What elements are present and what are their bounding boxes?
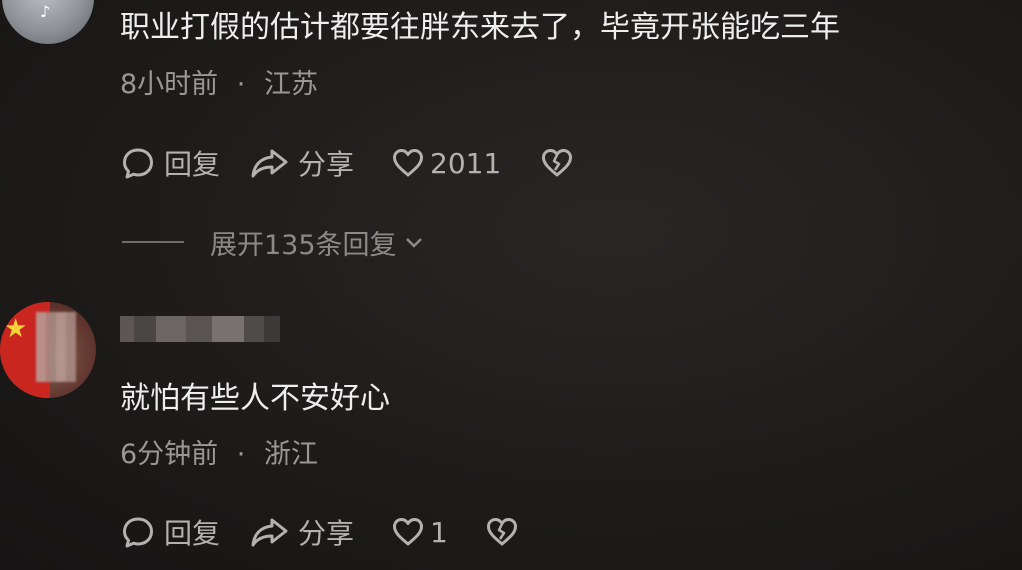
redaction-block	[134, 316, 156, 342]
comment-time: 8小时前	[120, 69, 219, 100]
redaction-block	[186, 316, 212, 342]
redaction-block	[120, 316, 134, 342]
like-count: 2011	[430, 146, 502, 180]
meta-separator: ·	[236, 439, 246, 470]
redaction-block	[156, 316, 186, 342]
comment-text: 职业打假的估计都要往胖东来去了，毕竟开张能吃三年	[120, 10, 840, 45]
comment-actions: 回复 分享 2011	[120, 143, 575, 183]
blurred-face	[36, 312, 76, 382]
dislike-button[interactable]	[539, 145, 575, 181]
like-count: 1	[430, 515, 448, 549]
share-label: 分享	[298, 148, 355, 181]
like-button[interactable]: 1	[390, 514, 448, 550]
comment-actions: 回复 分享 1	[120, 512, 520, 552]
tiktok-icon: ♪	[40, 2, 51, 21]
share-label: 分享	[298, 517, 355, 550]
heart-icon	[390, 514, 426, 550]
star-icon: ★	[4, 314, 28, 344]
reply-label: 回复	[164, 148, 221, 181]
reply-button[interactable]: 回复	[120, 512, 220, 552]
expand-replies-button[interactable]: 展开135条回复	[122, 224, 425, 261]
share-button[interactable]: 分享	[250, 512, 354, 552]
meta-separator: ·	[236, 69, 246, 100]
broken-heart-icon	[539, 145, 575, 181]
username-redacted[interactable]	[120, 312, 280, 346]
comment-time: 6分钟前	[120, 439, 219, 470]
redaction-block	[244, 316, 264, 342]
comment-location: 浙江	[263, 439, 318, 470]
comment-bubble-icon	[120, 514, 156, 550]
comment-feed: ♪ 职业打假的估计都要往胖东来去了，毕竟开张能吃三年 8小时前 · 江苏 回复 …	[0, 0, 1022, 570]
reply-button[interactable]: 回复	[120, 143, 220, 183]
heart-icon	[390, 145, 426, 181]
chevron-down-icon	[403, 231, 425, 253]
comment-bubble-icon	[120, 145, 156, 181]
comment-meta: 8小时前 · 江苏	[120, 69, 318, 101]
like-button[interactable]: 2011	[390, 145, 501, 181]
divider	[122, 241, 184, 243]
dislike-button[interactable]	[484, 514, 520, 550]
share-arrow-icon	[250, 145, 290, 181]
redaction-block	[264, 316, 280, 342]
share-button[interactable]: 分享	[250, 143, 354, 183]
redaction-block	[212, 316, 244, 342]
comment-meta: 6分钟前 · 浙江	[120, 439, 318, 471]
broken-heart-icon	[484, 514, 520, 550]
expand-replies-label: 展开135条回复	[210, 229, 397, 261]
avatar[interactable]: ♪	[2, 0, 94, 44]
avatar[interactable]: ★	[0, 302, 96, 398]
comment-text: 就怕有些人不安好心	[120, 381, 390, 416]
share-arrow-icon	[250, 514, 290, 550]
comment-location: 江苏	[263, 69, 318, 100]
reply-label: 回复	[164, 517, 221, 550]
